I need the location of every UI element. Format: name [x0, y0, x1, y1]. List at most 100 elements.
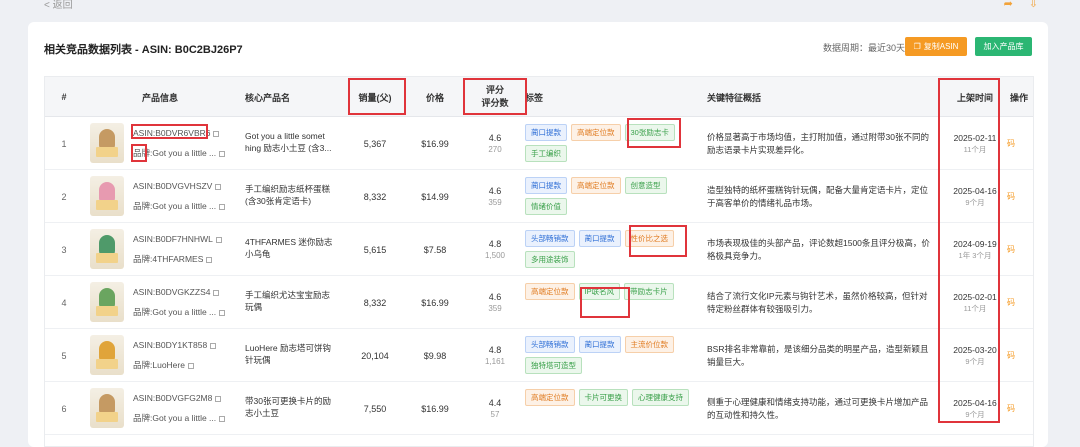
rating-cell: 4.8 1,500	[465, 223, 525, 276]
tag: 心理健康支持	[632, 389, 689, 406]
rating-cell: 4.6 359	[465, 170, 525, 223]
price-value: $16.99	[421, 403, 449, 414]
external-link-icon[interactable]	[210, 342, 217, 349]
brand-link[interactable]: 品牌:Got you a little ...	[133, 200, 226, 212]
price-value: $9.98	[423, 350, 447, 361]
feature-summary: 价格显著高于市场均值，主打附加值，通过附带30张不同的励志语录卡片实现差异化。	[707, 132, 929, 155]
asin-link[interactable]: ASIN:B0DF7HNHWL	[133, 234, 222, 244]
external-link-icon[interactable]	[215, 395, 222, 402]
core-product-name: 手工编织励志纸杯蛋糕 (含30张肯定语卡)	[245, 184, 331, 206]
row-action[interactable]: 码	[1007, 329, 1027, 382]
external-link-icon[interactable]	[213, 289, 220, 296]
table-header: # 产品信息 核心产品名 销量(父) 价格 评分 评分数 标签 关键特征概括 上架…	[45, 77, 1033, 117]
tag: 头部畅销款	[525, 230, 575, 247]
share-icon[interactable]: ➦	[1004, 0, 1029, 10]
product-thumbnail[interactable]	[90, 229, 124, 269]
brand-text: 品牌:4THFARMES	[133, 254, 204, 264]
external-link-icon[interactable]	[215, 183, 222, 190]
external-link-icon[interactable]	[219, 309, 226, 316]
product-thumbnail[interactable]	[90, 123, 124, 163]
row-action[interactable]: 码	[1007, 117, 1027, 170]
product-thumbnail[interactable]	[90, 176, 124, 216]
rating-value: 4.6	[488, 185, 502, 196]
tag: 蔺口提款	[578, 230, 621, 247]
highlight-tag-3	[629, 225, 687, 257]
brand-link[interactable]: 品牌:Got you a little ...	[133, 412, 226, 424]
asin-link[interactable]: ASIN:B0DVGVHSZV	[133, 181, 222, 191]
tag: 主流价位款	[624, 336, 674, 353]
col-price[interactable]: 价格	[405, 77, 465, 117]
row-index: 4	[61, 297, 67, 308]
tag: 头部畅销款	[525, 336, 575, 353]
row-action[interactable]: 码	[1007, 382, 1027, 435]
external-link-icon[interactable]	[219, 203, 226, 210]
tag: 高端定位款	[571, 177, 621, 194]
brand-link[interactable]: 品牌:Got you a little ...	[133, 306, 226, 318]
brand-link[interactable]: 品牌:LuoHere	[133, 359, 194, 371]
core-product-name: 手工编织尤达宝宝励志玩偶	[245, 290, 331, 312]
tag: 蔺口提款	[525, 124, 567, 141]
tag: 蔺口提款	[578, 336, 621, 353]
asin-link[interactable]: ASIN:B0DY1KT858	[133, 340, 217, 350]
price-value: $16.99	[421, 297, 449, 308]
asin-link[interactable]: ASIN:B0DVGFG2M8	[133, 393, 222, 403]
col-feature: 关键特征概括	[707, 92, 762, 103]
copy-asin-button[interactable]: ❐ 复制ASIN	[905, 37, 967, 56]
competitor-card: 相关竞品数据列表 - ASIN: B0C2BJ26P7 数据周期：最近30天 ❐…	[28, 22, 1048, 447]
row-index: 6	[61, 403, 67, 414]
tag: 创意造型	[624, 177, 667, 194]
highlight-tag-1	[627, 118, 681, 148]
col-product: 产品信息	[141, 92, 178, 103]
col-tags: 标签	[525, 92, 544, 103]
back-link[interactable]: < 返回	[44, 0, 73, 11]
rating-value: 4.6	[488, 291, 502, 302]
top-actions: ➦⇩	[1004, 0, 1054, 10]
asin-link[interactable]: ASIN:B0DVGKZZS4	[133, 287, 220, 297]
product-thumbnail[interactable]	[90, 282, 124, 322]
external-link-icon[interactable]	[213, 130, 220, 137]
brand-text: 品牌:Got you a little ...	[133, 201, 217, 211]
table-row: 5 ASIN:B0DY1KT858 品牌:LuoHere LuoHere 励志塔…	[45, 329, 1033, 382]
row-index: 3	[61, 244, 67, 255]
row-action[interactable]: 码	[1007, 223, 1027, 276]
row-action[interactable]: 码	[1007, 170, 1027, 223]
product-thumbnail[interactable]	[90, 388, 124, 428]
tag: 独特塔可造型	[525, 357, 582, 374]
asin-text: ASIN:B0DVGKZZS4	[133, 287, 211, 297]
rating-cell: 4.6 359	[465, 276, 525, 329]
highlight-date-column	[938, 78, 1000, 423]
feature-summary: 侧重于心理健康和情绪支持功能，通过可更换卡片增加产品的互动性和持久性。	[707, 397, 929, 420]
sales-value: 7,550	[363, 403, 387, 414]
sales-value: 8,332	[363, 191, 387, 202]
product-thumbnail[interactable]	[90, 335, 124, 375]
rating-cell: 4.8 1,161	[465, 329, 525, 382]
rating-cell: 4.4 57	[465, 382, 525, 435]
top-bar: < 返回 ➦⇩	[0, 0, 1080, 14]
col-op: 操作	[1009, 92, 1028, 103]
rating-value: 4.4	[488, 397, 502, 408]
tag: 手工编织	[525, 145, 567, 162]
feature-summary: 造型独特的纸杯蛋糕钩针玩偶，配备大量肯定语卡片，定位于高客单价的情绪礼品市场。	[707, 185, 929, 208]
sales-value: 8,332	[363, 297, 387, 308]
brand-link[interactable]: 品牌:4THFARMES	[133, 253, 213, 265]
rating-count: 359	[488, 303, 502, 313]
download-icon[interactable]: ⇩	[1029, 0, 1054, 10]
external-link-icon[interactable]	[219, 415, 226, 422]
copy-icon: ❐	[913, 42, 921, 51]
page-title: 相关竞品数据列表 - ASIN: B0C2BJ26P7	[44, 44, 243, 56]
row-action[interactable]: 码	[1007, 276, 1027, 329]
rating-cell: 4.6 270	[465, 117, 525, 170]
brand-text: 品牌:Got you a little ...	[133, 307, 217, 317]
add-to-library-button[interactable]: 加入产品库	[975, 37, 1032, 56]
external-link-icon[interactable]	[219, 150, 226, 157]
highlight-sales-header	[348, 78, 406, 115]
external-link-icon[interactable]	[215, 236, 222, 243]
brand-text: 品牌:Got you a little ...	[133, 413, 217, 423]
table-row: 3 ASIN:B0DF7HNHWL 品牌:4THFARMES 4THFARMES…	[45, 223, 1033, 276]
external-link-icon[interactable]	[187, 362, 194, 369]
feature-summary: BSR排名非常靠前，是该细分品类的明星产品，造型新颖且销量巨大。	[707, 344, 929, 367]
external-link-icon[interactable]	[206, 256, 213, 263]
tag: 高端定位款	[525, 283, 575, 300]
core-product-name: Got you a little somet hing 励志小土豆 (含3...	[245, 131, 332, 153]
asin-text: ASIN:B0DF7HNHWL	[133, 234, 213, 244]
